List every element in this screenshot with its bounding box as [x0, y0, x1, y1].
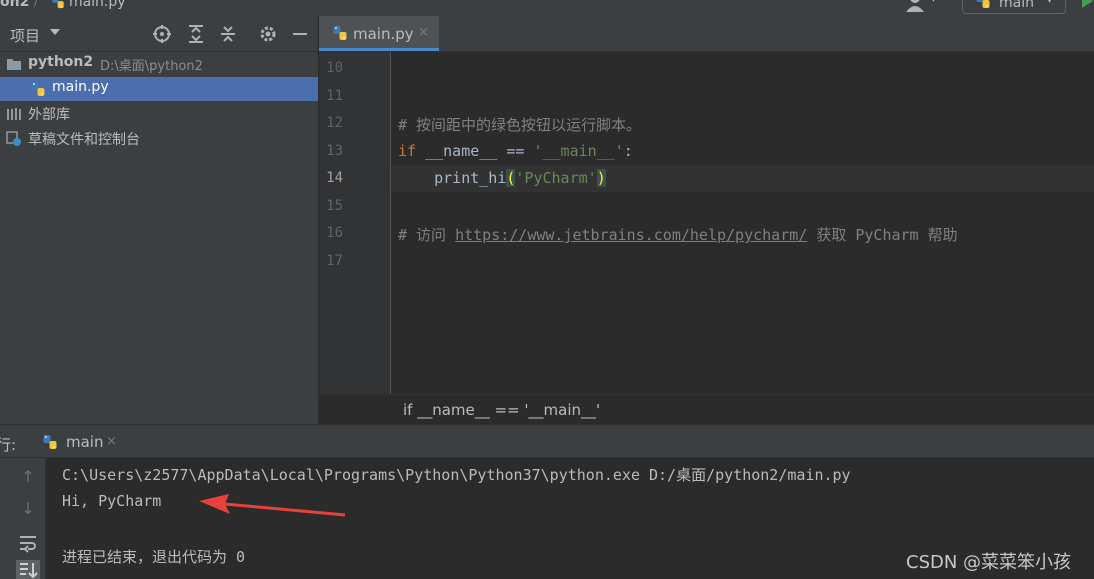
- python-file-icon: [51, 0, 65, 9]
- code-comment: # 按间距中的绿色按钮以运行脚本。: [398, 116, 642, 134]
- tree-item-external-libraries[interactable]: 外部库: [0, 102, 318, 126]
- run-configuration-select[interactable]: main ▾: [962, 0, 1066, 14]
- line-number: 11: [326, 88, 343, 104]
- project-panel-title[interactable]: 项目: [10, 25, 40, 46]
- code-comment: 获取 PyCharm 帮助: [807, 226, 958, 244]
- run-toolbar: ↑ ↓: [0, 458, 46, 579]
- code-line-14: print_hi('PyCharm'): [398, 169, 606, 187]
- user-icon[interactable]: [904, 0, 926, 12]
- annotation-arrow-icon: [199, 494, 346, 517]
- tree-item-project-root[interactable]: python2 D:\桌面\python2: [0, 52, 318, 76]
- expand-all-icon[interactable]: [186, 24, 206, 44]
- console-line: 进程已结束，退出代码为 0: [62, 548, 246, 566]
- project-tree: python2 D:\桌面\python2 main.py 外部库 草稿文件和控…: [0, 52, 318, 424]
- tab-main-py[interactable]: main.py ×: [319, 16, 439, 51]
- console-line: Hi, PyCharm: [62, 492, 162, 510]
- hide-panel-icon[interactable]: [290, 24, 310, 44]
- line-number: 15: [326, 198, 343, 214]
- nav-breadcrumb: on2 / main.py: [0, 0, 126, 10]
- tree-item-label: 草稿文件和控制台: [28, 132, 140, 148]
- library-icon: [7, 108, 21, 120]
- run-configuration-label: main: [999, 0, 1034, 11]
- gear-icon[interactable]: [258, 24, 278, 44]
- run-icon[interactable]: [1082, 0, 1093, 8]
- locate-icon[interactable]: [152, 24, 172, 44]
- tree-item-scratches[interactable]: 草稿文件和控制台: [0, 127, 318, 151]
- project-panel-header: 项目: [0, 16, 318, 52]
- run-tab-main[interactable]: main: [66, 433, 103, 451]
- python-file-icon: [975, 0, 991, 9]
- close-icon[interactable]: ×: [106, 434, 117, 449]
- tree-item-label: python2: [28, 54, 94, 70]
- code-text: :: [623, 142, 633, 160]
- line-number: 17: [326, 253, 343, 269]
- tree-item-main-py[interactable]: main.py: [0, 77, 318, 101]
- chevron-down-icon[interactable]: ▾: [931, 0, 936, 5]
- line-number: 14: [326, 170, 343, 186]
- close-icon[interactable]: ×: [418, 25, 429, 40]
- watermark: CSDN @菜菜笨小孩: [906, 552, 1072, 573]
- scratches-icon: [6, 131, 21, 146]
- editor-breadcrumb[interactable]: if __name__ == '__main__': [319, 394, 1094, 424]
- code-keyword: if: [398, 142, 417, 160]
- help-link[interactable]: https://www.jetbrains.com/help/pycharm/: [455, 226, 807, 244]
- code-string: 'PyCharm': [515, 169, 597, 187]
- python-file-icon: [42, 434, 58, 450]
- tree-item-label: 外部库: [28, 107, 70, 123]
- code-editor[interactable]: 10 11 12 13 14 15 16 17 # 按间距中的绿色按钮以运行脚本…: [319, 52, 1094, 394]
- line-number: 13: [326, 143, 343, 159]
- breadcrumb-item[interactable]: if __name__ == '__main__': [403, 401, 600, 419]
- code-function-call: print_hi: [434, 169, 507, 187]
- folder-icon: [7, 59, 21, 70]
- line-number-gutter[interactable]: 10 11 12 13 14 15 16 17: [319, 52, 391, 394]
- console-line: C:\Users\z2577\AppData\Local\Programs\Py…: [62, 466, 851, 484]
- line-number: 12: [326, 115, 343, 131]
- python-file-icon: [332, 25, 348, 41]
- line-number: 10: [326, 60, 343, 76]
- soft-wrap-icon[interactable]: [16, 532, 40, 554]
- navigation-bar: on2 / main.py ▾ main ▾: [0, 0, 1094, 16]
- tree-item-path: D:\桌面\python2: [100, 59, 203, 74]
- nav-project-fragment[interactable]: on2: [0, 0, 29, 10]
- chevron-down-icon: ▾: [1047, 0, 1053, 6]
- code-line-13: if __name__ == '__main__':: [398, 142, 633, 160]
- code-string: '__main__': [533, 142, 624, 160]
- code-text: __name__ ==: [416, 142, 534, 160]
- code-line-16: # 访问 https://www.jetbrains.com/help/pych…: [398, 224, 958, 245]
- line-number: 16: [326, 225, 343, 241]
- scroll-to-end-icon[interactable]: [16, 560, 40, 579]
- nav-file-fragment[interactable]: main.py: [69, 0, 126, 10]
- python-file-icon: [30, 81, 46, 97]
- arrow-up-icon[interactable]: ↑: [16, 466, 40, 488]
- run-panel-header: 行: main ×: [0, 424, 1094, 458]
- code-bracket: ): [596, 169, 606, 187]
- editor-tab-bar: main.py ×: [319, 16, 1094, 52]
- tree-item-label: main.py: [52, 79, 109, 95]
- code-comment: # 访问: [398, 226, 456, 244]
- collapse-all-icon[interactable]: [218, 24, 238, 44]
- chevron-down-icon[interactable]: [50, 29, 60, 35]
- tab-label: main.py: [353, 25, 414, 43]
- arrow-down-icon[interactable]: ↓: [16, 498, 40, 520]
- run-panel-label: 行:: [0, 436, 17, 454]
- code-line-12: # 按间距中的绿色按钮以运行脚本。: [398, 114, 641, 135]
